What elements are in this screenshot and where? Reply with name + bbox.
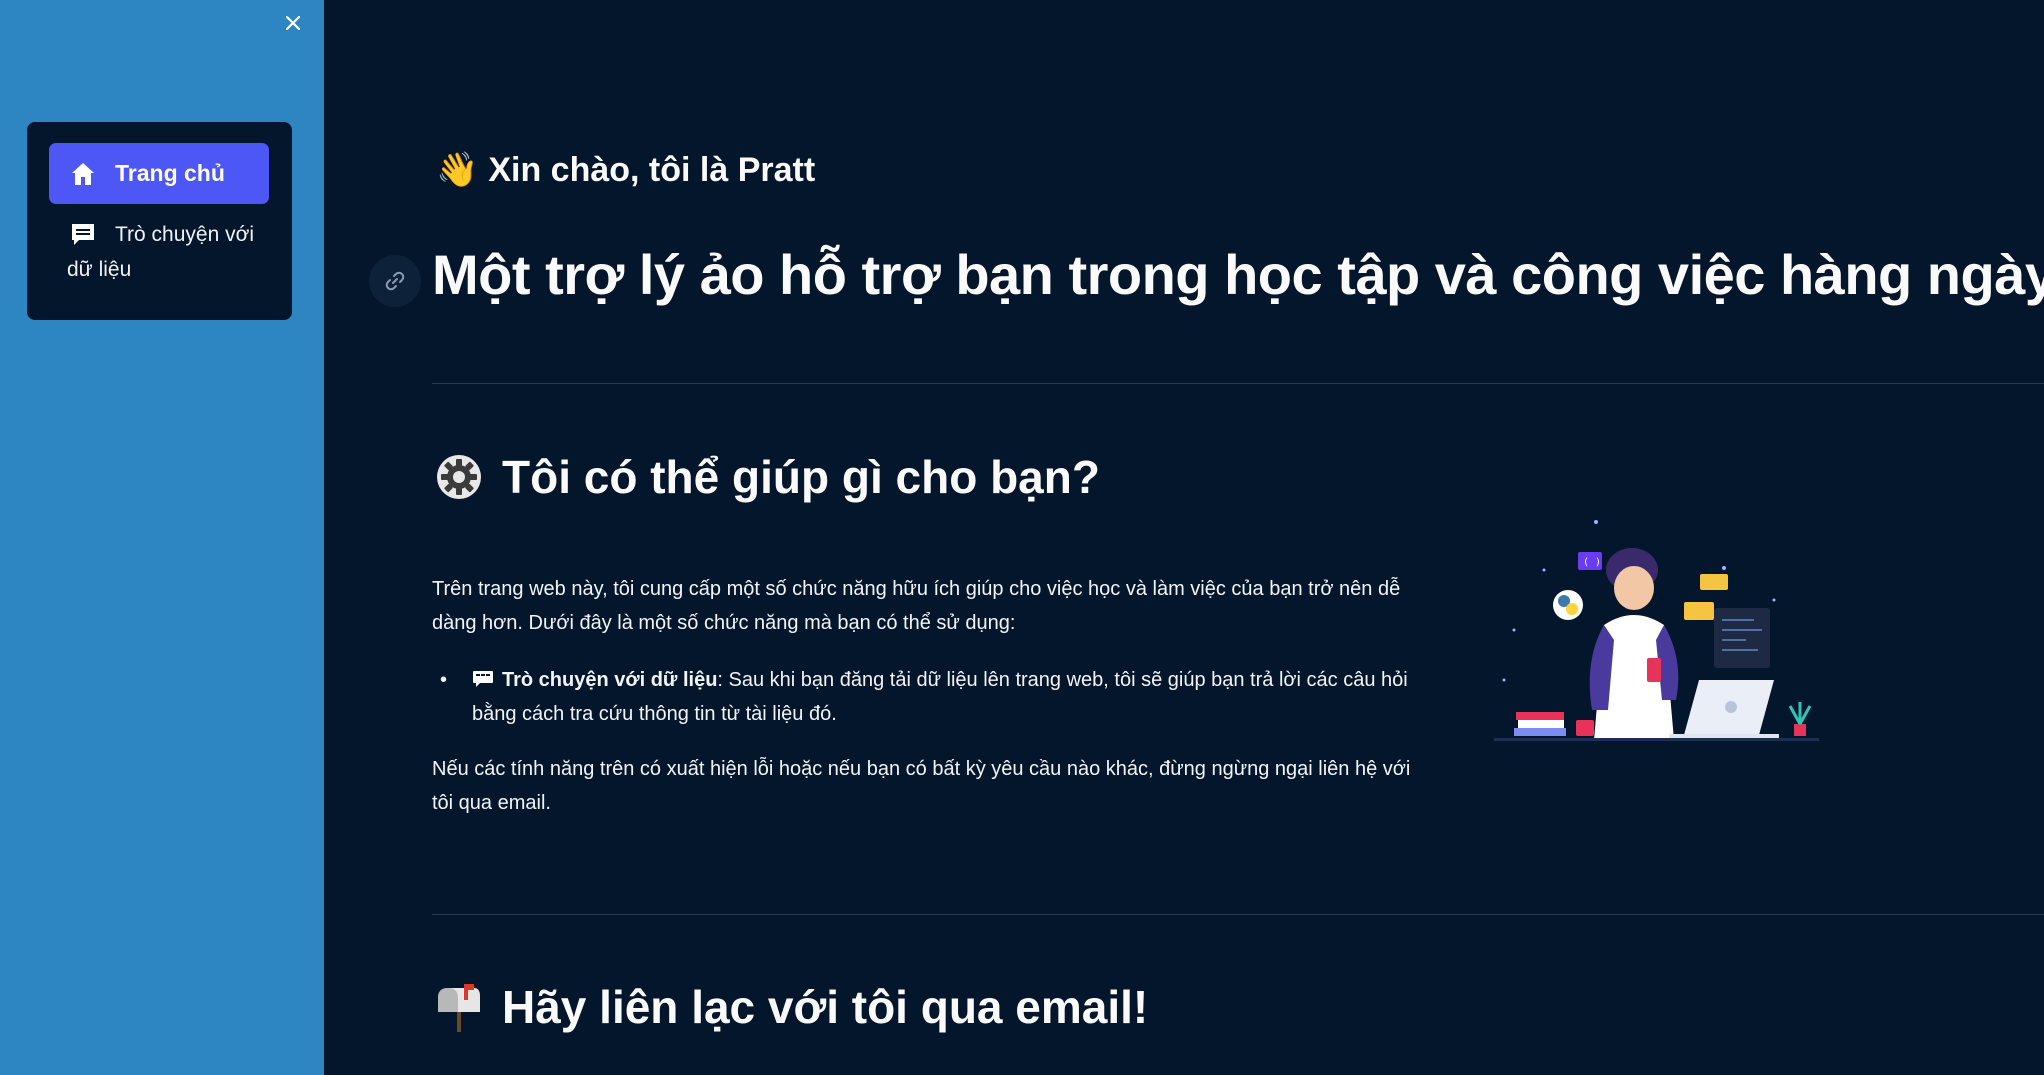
sidebar-item-label: Trò chuyện với dữ liệu [67,223,255,281]
mailbox-icon [438,984,480,1032]
list-bullet: • [440,669,448,691]
close-icon [285,15,301,31]
greeting-text: Xin chào, tôi là Pratt [488,150,816,189]
list-item: Trò chuyện với dữ liệu: Sau khi bạn đăng… [472,663,1432,731]
intro-paragraph: Trên trang web này, tôi cung cấp một số … [432,578,1401,634]
close-sidebar-button[interactable] [280,10,306,36]
divider [432,914,2044,915]
heading-anchor-link[interactable] [369,255,421,307]
main-content: 👋 Xin chào, tôi là Pratt Một trợ lý ảo h… [324,0,2044,1075]
svg-text:( ): ( ) [1583,557,1601,568]
sidebar-item-home[interactable]: Trang chủ [49,143,269,204]
page-title: Một trợ lý ảo hỗ trợ bạn trong học tập v… [432,243,2044,306]
home-icon [72,162,94,185]
link-icon [385,271,405,291]
sidebar-nav: Trang chủ Trò chuyện với dữ liệu [27,122,292,320]
waving-hand-icon: 👋 [436,151,479,189]
sidebar-item-label: Trang chủ [115,160,225,186]
section-contact-title: Hãy liên lạc với tôi qua email! [502,981,1149,1033]
sidebar-item-chat-with-data[interactable]: Trò chuyện với dữ liệu [49,217,269,297]
feature-name: Trò chuyện với dữ liệu [502,669,718,691]
developer-illustration: ( ) [1494,520,1819,741]
divider [432,383,2044,384]
greeting-heading: 👋 Xin chào, tôi là Pratt [436,150,815,190]
section-help-title: Tôi có thể giúp gì cho bạn? [502,451,1100,503]
section-help-heading: Tôi có thể giúp gì cho bạn? [434,450,1100,504]
section-contact-heading: Hãy liên lạc với tôi qua email! [434,980,1148,1034]
sidebar: Trang chủ Trò chuyện với dữ liệu [0,0,324,1075]
chat-icon [473,671,493,687]
outro-paragraph: Nếu các tính năng trên có xuất hiện lỗi … [432,758,1411,814]
gear-icon [437,455,481,499]
